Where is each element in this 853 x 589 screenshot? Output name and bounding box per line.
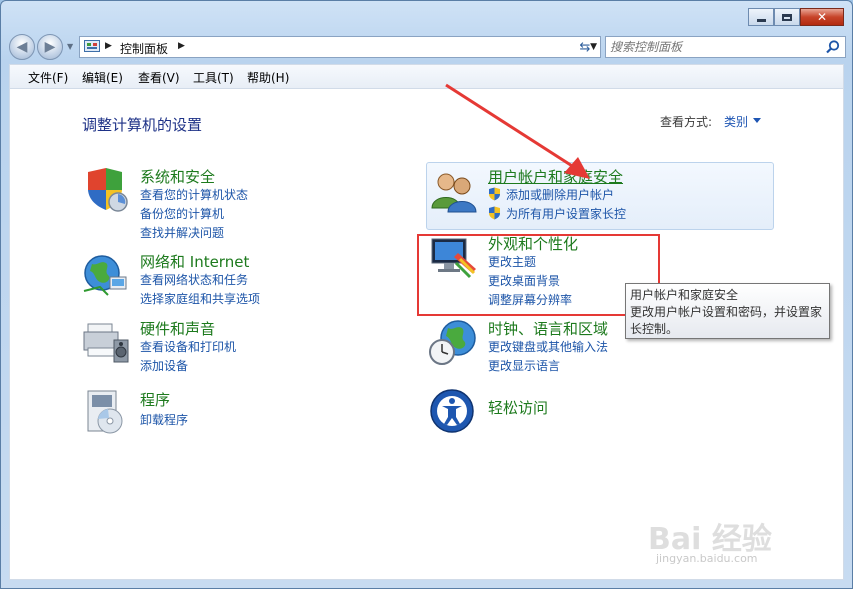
search-input[interactable] xyxy=(610,39,820,55)
control-panel-icon xyxy=(84,40,100,52)
link-homegroup-sharing[interactable]: 选择家庭组和共享选项 xyxy=(140,290,260,307)
menu-edit[interactable]: 编辑(E) xyxy=(82,69,123,86)
recent-pages-dropdown[interactable]: ▼ xyxy=(67,42,73,51)
menu-help[interactable]: 帮助(H) xyxy=(247,69,289,86)
view-by-arrow-icon[interactable] xyxy=(753,118,761,123)
breadcrumb-chevron-icon[interactable]: ▶ xyxy=(178,41,185,51)
tooltip-title: 用户帐户和家庭安全 xyxy=(630,288,739,302)
forward-button[interactable]: ▶ xyxy=(37,34,63,60)
ease-of-access-icon[interactable] xyxy=(428,387,480,435)
uac-shield-icon xyxy=(489,206,500,220)
menu-file[interactable]: 文件(F) xyxy=(28,69,68,86)
watermark-url: jingyan.baidu.com xyxy=(656,552,758,565)
system-security-title[interactable]: 系统和安全 xyxy=(140,166,215,187)
close-icon: ✕ xyxy=(816,10,828,24)
back-button[interactable]: ◀ xyxy=(9,34,35,60)
link-find-fix-problems[interactable]: 查找并解决问题 xyxy=(140,224,224,241)
navigation-bar: ◀ ▶ ▼ ▶ 控制面板 ▶ ▼ ⇆ xyxy=(9,34,846,60)
red-highlight-box xyxy=(417,234,660,316)
forward-arrow-icon: ▶ xyxy=(44,39,56,55)
link-add-device[interactable]: 添加设备 xyxy=(140,357,188,374)
link-parental-controls[interactable]: 为所有用户设置家长控 xyxy=(506,205,626,222)
minimize-button[interactable] xyxy=(748,8,774,26)
link-change-keyboard[interactable]: 更改键盘或其他输入法 xyxy=(488,338,608,355)
maximize-icon xyxy=(782,13,792,21)
link-backup-computer[interactable]: 备份您的计算机 xyxy=(140,205,224,222)
tooltip-line-2: 更改用户帐户设置和密码，并设置家 xyxy=(630,305,823,319)
minimize-icon xyxy=(756,18,766,22)
ease-of-access-title[interactable]: 轻松访问 xyxy=(488,397,548,418)
hardware-sound-title[interactable]: 硬件和声音 xyxy=(140,318,215,339)
control-panel-window: ✕ ◀ ▶ ▼ ▶ 控制面板 ▶ ▼ ⇆ 文件(F) xyxy=(0,0,853,589)
annotation-arrow-icon xyxy=(445,83,590,179)
content-pane: 调整计算机的设置 查看方式: 类别 系统和安全 查看您的计算机状态 备份您的计算… xyxy=(9,83,844,580)
back-arrow-icon: ◀ xyxy=(16,39,28,55)
link-devices-printers[interactable]: 查看设备和打印机 xyxy=(140,338,236,355)
menu-view[interactable]: 查看(V) xyxy=(138,69,180,86)
menu-tools[interactable]: 工具(T) xyxy=(193,69,234,86)
page-title: 调整计算机的设置 xyxy=(82,116,203,134)
link-change-display-language[interactable]: 更改显示语言 xyxy=(488,357,560,374)
clock-language-region-title[interactable]: 时钟、语言和区域 xyxy=(488,318,608,339)
network-internet-icon[interactable] xyxy=(80,251,132,299)
tooltip-line-3: 长控制。 xyxy=(630,322,679,336)
view-by-label: 查看方式: xyxy=(660,115,713,129)
refresh-icon: ⇆ xyxy=(579,39,591,55)
hardware-sound-icon[interactable] xyxy=(80,318,132,366)
link-uninstall-program[interactable]: 卸载程序 xyxy=(140,411,188,428)
maximize-button[interactable] xyxy=(774,8,800,26)
search-icon[interactable] xyxy=(825,39,841,55)
link-network-status[interactable]: 查看网络状态和任务 xyxy=(140,271,248,288)
programs-title[interactable]: 程序 xyxy=(140,389,170,410)
menu-bar: 文件(F) 编辑(E) 查看(V) 工具(T) 帮助(H) xyxy=(9,64,844,88)
breadcrumb-control-panel[interactable]: 控制面板 xyxy=(120,40,168,57)
caption-buttons: ✕ xyxy=(748,8,844,26)
breadcrumb-separator-icon[interactable]: ▶ xyxy=(105,41,112,51)
close-button[interactable]: ✕ xyxy=(800,8,844,26)
tooltip: 用户帐户和家庭安全 更改用户帐户设置和密码，并设置家 长控制。 xyxy=(625,283,830,339)
system-security-icon[interactable] xyxy=(80,166,132,214)
address-bar[interactable]: ▶ 控制面板 ▶ ▼ xyxy=(79,36,601,58)
clock-language-region-icon[interactable] xyxy=(428,318,480,366)
refresh-button[interactable]: ⇆ xyxy=(575,37,595,57)
link-view-computer-status[interactable]: 查看您的计算机状态 xyxy=(140,186,248,203)
programs-icon[interactable] xyxy=(80,389,132,437)
view-by-dropdown[interactable]: 类别 xyxy=(724,113,748,130)
network-internet-title[interactable]: 网络和 Internet xyxy=(140,251,249,272)
search-box[interactable] xyxy=(605,36,846,58)
